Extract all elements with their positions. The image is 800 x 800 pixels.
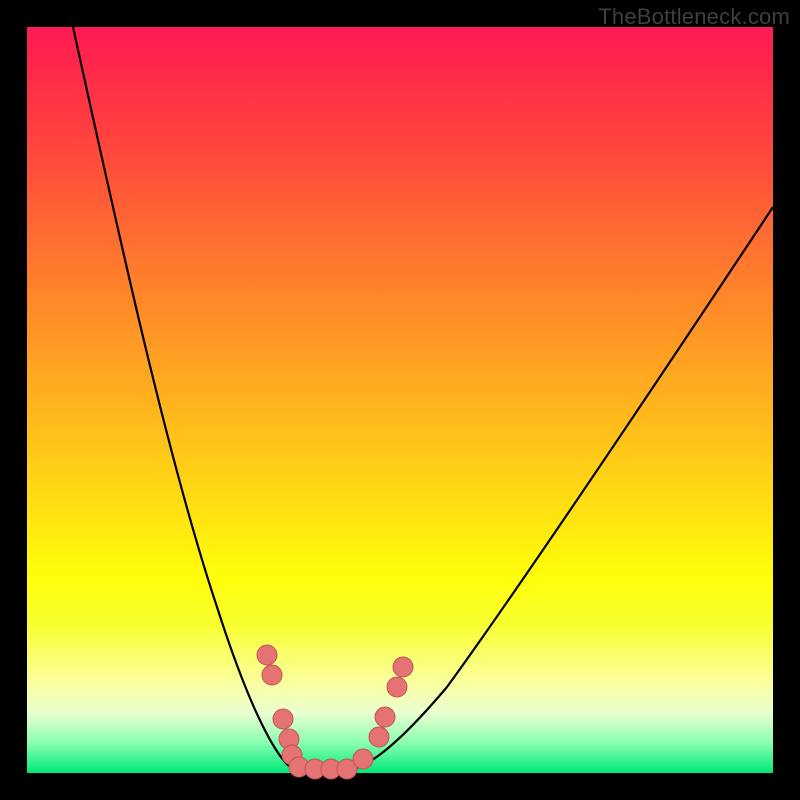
chart-frame: TheBottleneck.com	[0, 0, 800, 800]
data-marker	[375, 707, 395, 727]
watermark-text: TheBottleneck.com	[598, 4, 790, 30]
curve-group	[73, 27, 773, 769]
data-marker	[393, 657, 413, 677]
chart-overlay	[27, 27, 773, 773]
data-marker	[387, 677, 407, 697]
data-marker	[262, 665, 282, 685]
marker-group	[257, 645, 413, 779]
data-marker	[353, 749, 373, 769]
curve-right	[347, 207, 773, 769]
data-marker	[257, 645, 277, 665]
data-marker	[369, 727, 389, 747]
data-marker	[273, 709, 293, 729]
